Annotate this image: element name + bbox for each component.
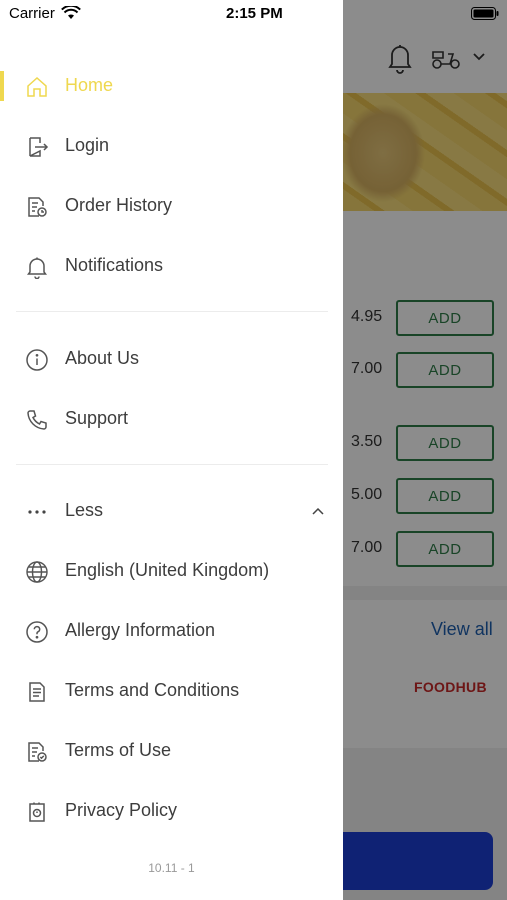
menu-item-about-us[interactable]: About Us (0, 337, 343, 381)
menu-item-label: Less (65, 500, 104, 520)
menu-item-support[interactable]: Support (0, 397, 343, 441)
question-icon (24, 619, 50, 645)
more-dots-icon (24, 499, 50, 525)
menu-item-label: Login (65, 135, 110, 155)
menu-item-label: Privacy Policy (65, 800, 178, 820)
menu-item-label: English (United Kingdom) (65, 560, 270, 580)
status-bar: Carrier 2:15 PM (0, 0, 507, 28)
menu-item-login[interactable]: Login (0, 124, 343, 168)
globe-icon (24, 559, 50, 585)
login-icon (24, 134, 50, 160)
home-icon (24, 74, 50, 100)
menu-item-order-history[interactable]: Order History (0, 184, 343, 228)
bell-icon (24, 254, 50, 280)
menu-item-label: Support (65, 408, 129, 428)
menu-item-label: About Us (65, 348, 140, 368)
privacy-icon (24, 799, 50, 825)
clock: 2:15 PM (226, 5, 283, 22)
menu-item-allergy-information[interactable]: Allergy Information (0, 609, 343, 653)
menu-item-terms-of-use[interactable]: Terms of Use (0, 729, 343, 773)
menu-item-label: Allergy Information (65, 620, 216, 640)
battery-icon (471, 7, 499, 20)
phone-icon (24, 407, 50, 433)
chevron-up-icon (312, 507, 324, 515)
menu-item-label: Terms of Use (65, 740, 172, 760)
side-drawer: Home Login Order History Notifications A… (0, 0, 343, 900)
menu-item-label: Notifications (65, 255, 164, 275)
menu-item-label: Terms and Conditions (65, 680, 240, 700)
app-version: 10.11 - 1 (148, 861, 195, 875)
menu-divider (16, 311, 328, 312)
document-check-icon (24, 739, 50, 765)
menu-divider (16, 464, 328, 465)
carrier-label: Carrier (9, 5, 55, 22)
document-icon (24, 679, 50, 705)
menu-item-label: Order History (65, 195, 173, 215)
menu-item-home[interactable]: Home (0, 64, 343, 108)
menu-item-notifications[interactable]: Notifications (0, 244, 343, 288)
menu-item-privacy-policy[interactable]: Privacy Policy (0, 789, 343, 833)
menu-item-terms-and-conditions[interactable]: Terms and Conditions (0, 669, 343, 713)
menu-item-language[interactable]: English (United Kingdom) (0, 549, 343, 593)
info-icon (24, 347, 50, 373)
wifi-icon (61, 6, 81, 19)
menu-item-less-toggle[interactable]: Less (0, 489, 343, 533)
order-history-icon (24, 194, 50, 220)
menu-item-label: Home (65, 75, 114, 95)
